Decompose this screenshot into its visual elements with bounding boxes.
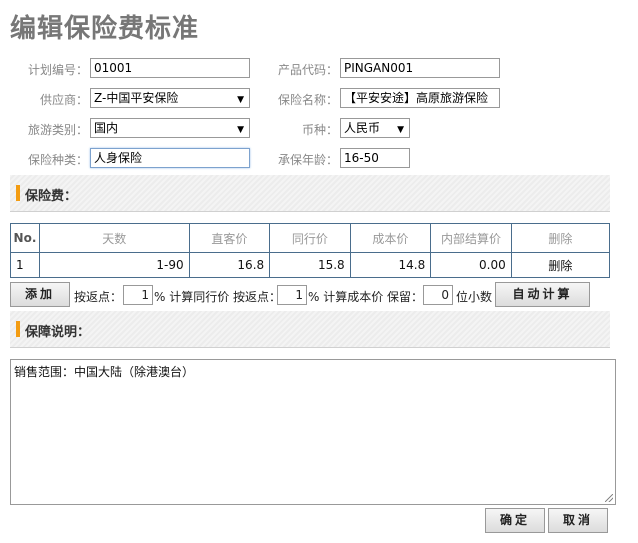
- col-no: No.: [10, 223, 40, 253]
- travel-type-label: 旅游类别：: [27, 123, 88, 137]
- peer-rebate-label: 按返点：: [74, 290, 123, 304]
- currency-value: 人民币: [344, 121, 381, 135]
- decimals-input[interactable]: 0: [423, 285, 453, 305]
- table-row: 1 1-90 16.8 15.8 14.8 0.00 删除: [10, 252, 611, 278]
- dropdown-arrow-icon: ▼: [237, 95, 244, 105]
- supplier-label: 供应商：: [39, 93, 88, 107]
- page-title: 编辑保险费标准: [10, 14, 200, 44]
- insurance-name-input[interactable]: 【平安安途】高原旅游保险: [340, 88, 500, 108]
- product-code-label: 产品代码：: [277, 63, 338, 77]
- ok-button[interactable]: 确定: [485, 508, 545, 533]
- section-marker: [16, 321, 20, 337]
- dropdown-arrow-icon: ▼: [397, 125, 404, 135]
- plan-no-label: 计划编号：: [27, 63, 88, 77]
- cell-cost-price[interactable]: 14.8: [349, 252, 432, 278]
- travel-type-value: 国内: [94, 121, 119, 135]
- cost-rebate-input[interactable]: 1: [277, 285, 307, 305]
- col-delete: 删除: [510, 223, 611, 253]
- currency-label: 币种：: [301, 123, 338, 137]
- col-cost-price: 成本价: [349, 223, 432, 253]
- age-range-label: 承保年龄：: [277, 153, 338, 167]
- plan-no-input[interactable]: 01001: [90, 58, 250, 78]
- insurance-kind-input[interactable]: 人身保险: [90, 148, 250, 168]
- dropdown-arrow-icon: ▼: [237, 125, 244, 135]
- description-text: 销售范围：中国大陆（除港澳台）: [14, 365, 195, 379]
- decimals-label: % 计算成本价 保留：: [308, 290, 424, 304]
- delete-row-link[interactable]: 删除: [510, 252, 611, 278]
- decimals-unit-label: 位小数: [456, 290, 493, 304]
- col-internal-price: 内部结算价: [430, 223, 512, 253]
- supplier-value: Z-中国平安保险: [94, 91, 179, 105]
- cell-days[interactable]: 1-90: [38, 252, 190, 278]
- description-textarea[interactable]: 销售范围：中国大陆（除港澳台）: [10, 359, 616, 505]
- peer-rebate-input[interactable]: 1: [123, 285, 153, 305]
- cost-rebate-label: % 计算同行价 按返点：: [154, 290, 282, 304]
- cell-internal-price[interactable]: 0.00: [430, 252, 512, 278]
- col-direct-price: 直客价: [188, 223, 271, 253]
- insurance-name-label: 保险名称：: [277, 93, 338, 107]
- fee-section-header: 保险费：: [10, 175, 610, 212]
- section-marker: [16, 185, 20, 201]
- currency-select[interactable]: 人民币 ▼: [340, 118, 410, 138]
- resize-handle-icon[interactable]: [605, 494, 613, 502]
- age-range-input[interactable]: 16-50: [340, 148, 410, 168]
- desc-section-title: 保障说明：: [25, 325, 91, 340]
- fee-table: No. 天数 直客价 同行价 成本价 内部结算价 删除 1 1-90 16.8 …: [10, 223, 611, 278]
- supplier-select[interactable]: Z-中国平安保险 ▼: [90, 88, 250, 108]
- travel-type-select[interactable]: 国内 ▼: [90, 118, 250, 138]
- col-days: 天数: [38, 223, 190, 253]
- cancel-button[interactable]: 取消: [548, 508, 608, 533]
- desc-section-header: 保障说明：: [10, 311, 610, 348]
- cell-no: 1: [10, 252, 40, 278]
- insurance-kind-label: 保险种类：: [27, 153, 88, 167]
- add-button[interactable]: 添加: [10, 282, 70, 307]
- fee-section-title: 保险费：: [25, 189, 78, 204]
- cell-direct-price[interactable]: 16.8: [188, 252, 271, 278]
- product-code-input[interactable]: PINGAN001: [340, 58, 500, 78]
- table-header-row: No. 天数 直客价 同行价 成本价 内部结算价 删除: [10, 223, 611, 253]
- cell-peer-price[interactable]: 15.8: [269, 252, 351, 278]
- auto-calc-button[interactable]: 自动计算: [495, 282, 590, 307]
- col-peer-price: 同行价: [269, 223, 351, 253]
